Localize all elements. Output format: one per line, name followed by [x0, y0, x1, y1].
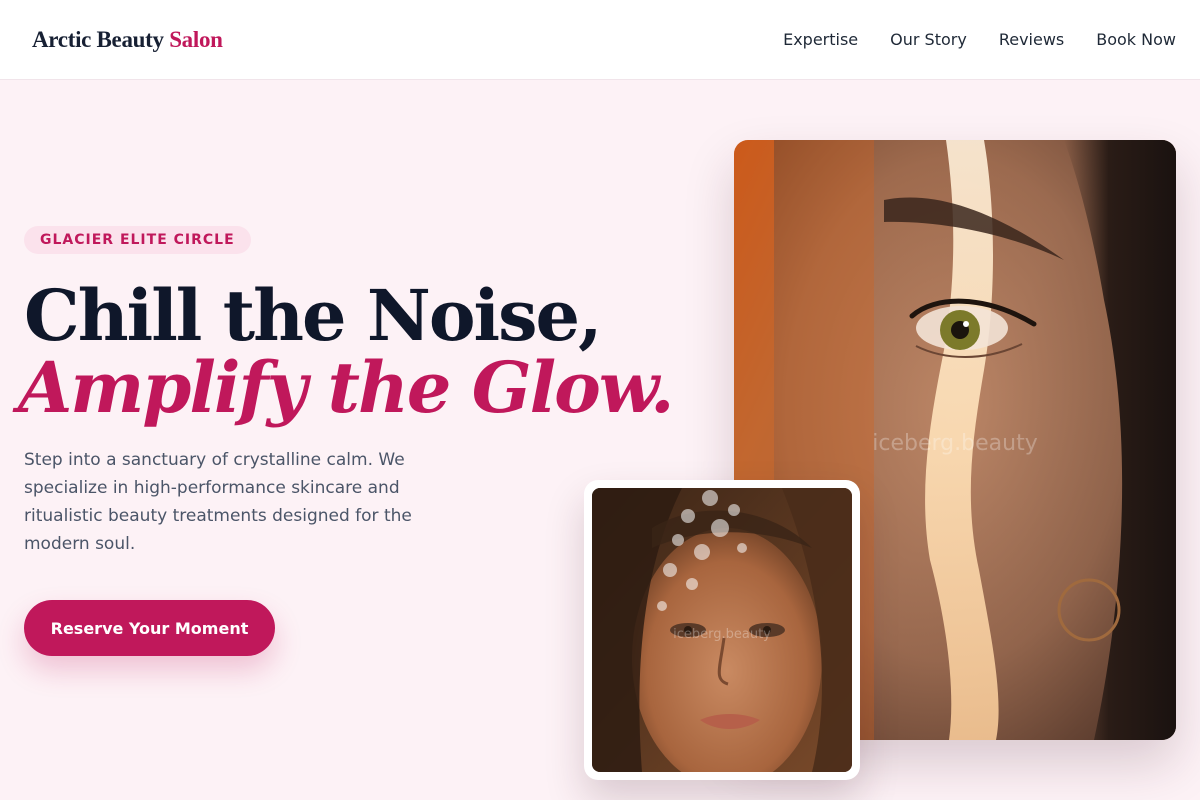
nav-link-our-story[interactable]: Our Story [890, 30, 967, 49]
site-header: Arctic Beauty Salon Expertise Our Story … [0, 0, 1200, 80]
main-nav: Expertise Our Story Reviews Book Now [783, 30, 1176, 49]
brand-name: Arctic Beauty [32, 26, 164, 52]
brand-name-accent: Salon [169, 26, 223, 52]
membership-badge: GLACIER ELITE CIRCLE [24, 226, 251, 254]
small-image-watermark: iceberg.beauty [673, 627, 771, 642]
hero-secondary-image: iceberg.beauty [592, 488, 852, 772]
main-image-watermark: iceberg.beauty [872, 431, 1037, 456]
hero-description: Step into a sanctuary of crystalline cal… [24, 450, 412, 554]
nav-link-expertise[interactable]: Expertise [783, 30, 858, 49]
reserve-button[interactable]: Reserve Your Moment [24, 600, 275, 656]
headline-line-2: Amplify the Glow. [18, 346, 674, 429]
hero-secondary-image-frame: iceberg.beauty [584, 480, 860, 780]
headline-line-1: Chill the Noise, [24, 274, 602, 357]
nav-link-book-now[interactable]: Book Now [1096, 30, 1176, 49]
hero-headline: Chill the Noise, Amplify the Glow. [18, 280, 674, 424]
nav-link-reviews[interactable]: Reviews [999, 30, 1064, 49]
brand-logo[interactable]: Arctic Beauty Salon [32, 27, 223, 53]
hero-content: GLACIER ELITE CIRCLE Chill the Noise, Am… [18, 226, 674, 656]
